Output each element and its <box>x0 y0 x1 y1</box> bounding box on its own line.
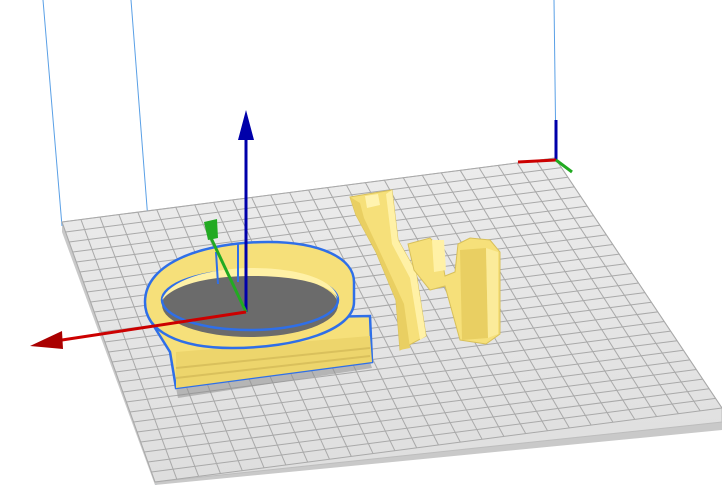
3d-viewport[interactable] <box>0 0 722 485</box>
scene-canvas[interactable] <box>0 0 722 485</box>
z-axis-arrowhead[interactable] <box>238 110 254 140</box>
x-axis-arrowhead[interactable] <box>30 331 63 349</box>
ring-mount-object[interactable] <box>143 240 374 390</box>
